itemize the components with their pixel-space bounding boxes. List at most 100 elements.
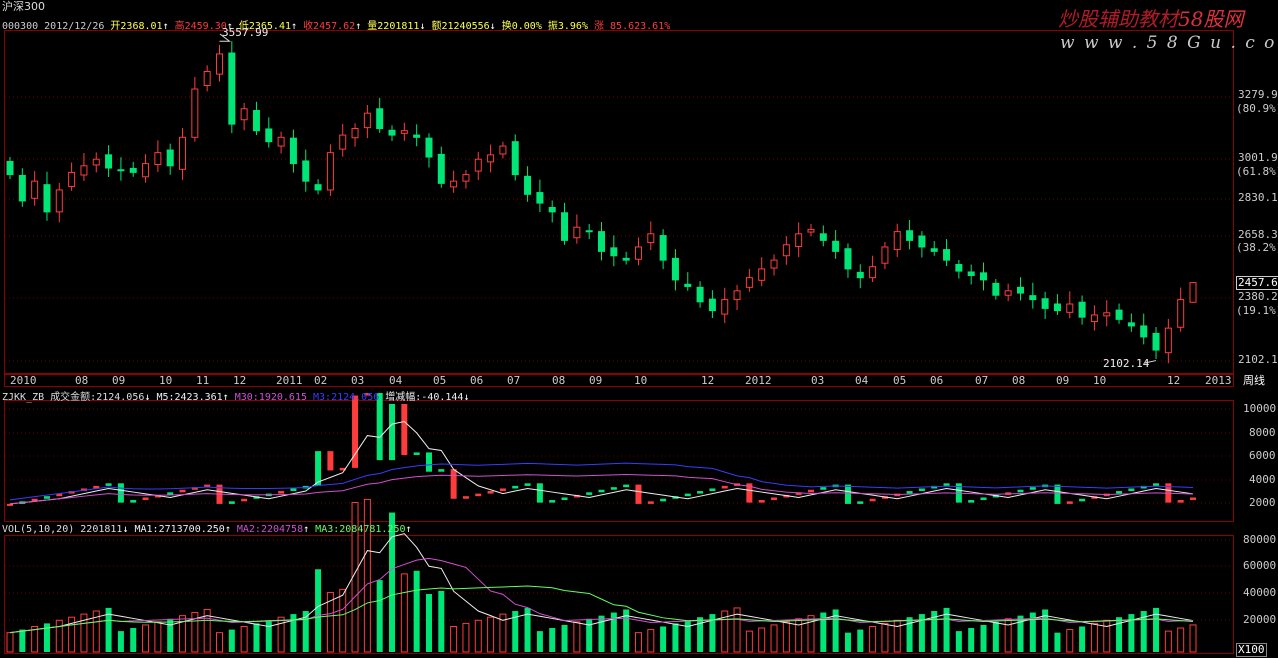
volume-bar	[1090, 622, 1098, 653]
amount-bar	[943, 483, 950, 486]
amount-bar	[980, 497, 987, 501]
volume-bar	[770, 624, 778, 653]
candle-body	[684, 283, 692, 287]
candle-body	[856, 271, 864, 279]
volume-bar	[474, 619, 482, 653]
change-value: 涨 85.62	[594, 21, 641, 32]
candle-body	[524, 175, 532, 195]
period-label[interactable]: 周线	[1243, 375, 1265, 387]
candle-body	[708, 298, 716, 312]
candle-body	[1103, 312, 1111, 317]
volume-bar	[795, 618, 803, 653]
amount-bar	[1054, 484, 1061, 504]
candle-body	[314, 184, 322, 191]
amount-bar	[758, 500, 765, 503]
amount-bar	[401, 403, 408, 455]
x-tick: 08	[552, 374, 566, 387]
candle-body	[203, 70, 211, 87]
volume-bar	[549, 628, 556, 652]
volume-unit: X100	[1236, 643, 1267, 657]
x-tick: 07	[507, 374, 521, 387]
volume-bar	[893, 619, 901, 653]
candle-body	[745, 277, 753, 288]
volume-tick: 20000	[1243, 613, 1277, 626]
candle-body	[807, 228, 815, 233]
volume-bar	[782, 621, 790, 653]
candle-body	[1090, 314, 1098, 323]
ma2-label: MA2:2204758	[236, 524, 304, 535]
volume-bar	[363, 498, 371, 653]
volume-bar	[1079, 626, 1086, 652]
amount-tick: 10000	[1243, 402, 1277, 415]
volume-indicator-header: VOL(5,10,20) 2201811↓ MA1:2713700.250↑ M…	[2, 524, 412, 535]
amount-bar	[438, 469, 445, 472]
pct-tick: (61.8%)	[1236, 165, 1278, 178]
candle-body	[1016, 286, 1024, 294]
volume-bar	[857, 629, 864, 652]
volume-bar	[1189, 624, 1197, 653]
x-tick: 10	[1093, 374, 1107, 387]
candle-body	[1066, 303, 1074, 313]
volume-bar	[315, 569, 322, 652]
amount-bar	[475, 493, 482, 497]
volume-bar	[462, 622, 470, 653]
amount-bar	[968, 500, 975, 503]
candle-body	[179, 136, 187, 170]
candle-body	[758, 268, 766, 281]
candle-body	[376, 108, 384, 130]
volume-bar	[573, 621, 581, 653]
amount-bar	[1116, 491, 1123, 494]
volume-tick: 80000	[1243, 533, 1277, 546]
x-tick: 10	[159, 374, 173, 387]
amount-bar	[1153, 483, 1160, 486]
amount-bar	[142, 497, 149, 501]
pct-tick: (19.1%)	[1236, 304, 1278, 317]
x-tick: 06	[930, 374, 944, 387]
amount-bar	[179, 489, 186, 493]
volume-tick: 60000	[1243, 559, 1277, 572]
indicator-name[interactable]: VOL(5,10,20)	[2, 524, 74, 535]
close-price: 收2457.62	[303, 21, 356, 32]
info-bar: 000300 2012/12/26 开2368.01↑ 高2459.30↑ 低2…	[2, 21, 671, 32]
amount-bar	[327, 451, 334, 471]
candle-body	[832, 240, 840, 252]
candle-body	[437, 153, 445, 184]
candle-body	[462, 174, 470, 182]
candle-body	[906, 230, 914, 241]
volume-bar	[167, 618, 174, 652]
candle-body	[117, 169, 125, 172]
candle-body	[622, 257, 630, 261]
candle-body	[388, 129, 396, 136]
candle-body	[425, 137, 433, 158]
volume-bar	[1164, 630, 1172, 653]
candle-body	[339, 134, 347, 150]
m30-label: M30:1920.615	[234, 392, 307, 403]
price-tick: 2380.2	[1238, 290, 1278, 303]
volume-bar	[586, 618, 593, 652]
high-price: 高2459.30	[174, 21, 227, 32]
x-tick: 08	[1012, 374, 1026, 387]
volume-bar	[55, 619, 63, 653]
volume-bar	[438, 590, 445, 652]
candle-body	[92, 158, 100, 166]
volume-bar	[758, 627, 766, 653]
candle-body	[943, 249, 951, 261]
volume-bar	[376, 580, 383, 652]
volume-bar	[228, 629, 235, 652]
candle-body	[918, 235, 926, 248]
trough-label: 2102.14	[1103, 357, 1150, 370]
indicator-name[interactable]: ZJKK_ZB	[2, 392, 44, 403]
candle-body	[930, 248, 938, 252]
amount-bar	[561, 497, 568, 501]
candle-body	[1004, 290, 1012, 296]
candle-body	[869, 266, 877, 279]
candle-body	[105, 154, 113, 169]
candle-body	[265, 128, 273, 143]
peak-label: 3557.99	[222, 26, 269, 39]
volume-bar	[684, 620, 691, 652]
volume-bar	[413, 570, 420, 652]
candle-body	[721, 299, 729, 315]
candle-body	[400, 130, 408, 134]
amount-bar	[820, 487, 827, 490]
amount-bar	[647, 501, 654, 504]
